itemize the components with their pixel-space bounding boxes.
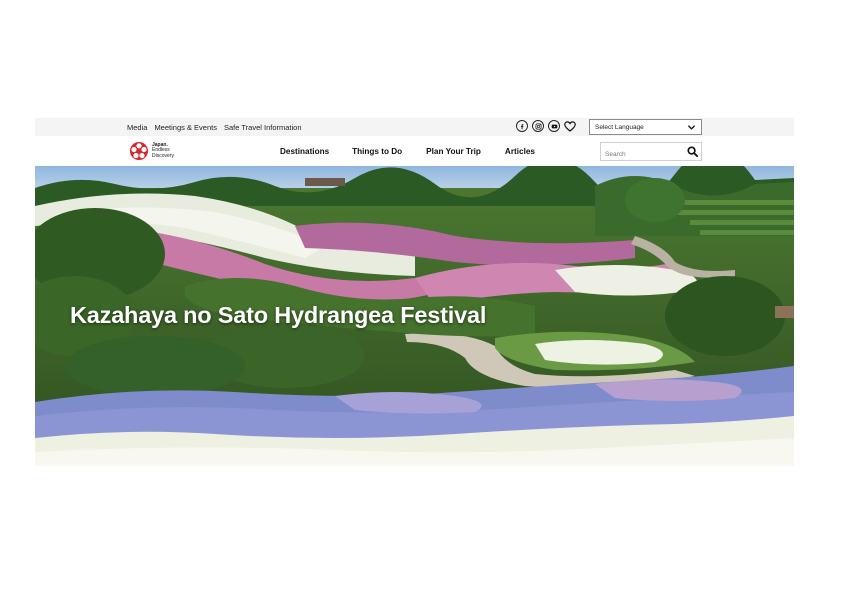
logo-flower-icon: [130, 142, 148, 160]
instagram-icon[interactable]: [532, 120, 544, 132]
search-input[interactable]: [605, 147, 685, 162]
nav-plan-your-trip[interactable]: Plan Your Trip: [426, 147, 481, 156]
logo-line-3: Discovery: [152, 152, 174, 159]
hero-title: Kazahaya no Sato Hydrangea Festival: [70, 302, 487, 328]
utility-links: Media Meetings & Events Safe Travel Info…: [127, 118, 302, 136]
social-icons: [516, 120, 576, 132]
youtube-icon[interactable]: [548, 120, 560, 132]
nav-destinations[interactable]: Destinations: [280, 147, 329, 156]
logo-text: Japan. Endless Discovery: [152, 142, 174, 159]
heart-icon[interactable]: [564, 120, 576, 132]
search-box: [600, 142, 702, 162]
nav-things-to-do[interactable]: Things to Do: [352, 147, 402, 156]
media-link[interactable]: Media: [127, 123, 147, 132]
safe-travel-link[interactable]: Safe Travel Information: [224, 123, 302, 132]
chevron-down-icon: [687, 125, 696, 130]
facebook-icon[interactable]: [516, 120, 528, 132]
main-header: Japan. Endless Discovery Destinations Th…: [35, 136, 794, 166]
main-nav: Destinations Things to Do Plan Your Trip…: [280, 136, 535, 166]
nav-articles[interactable]: Articles: [505, 147, 535, 156]
search-icon[interactable]: [687, 146, 698, 157]
meetings-events-link[interactable]: Meetings & Events: [154, 123, 217, 132]
website: Media Meetings & Events Safe Travel Info…: [35, 118, 794, 466]
language-select-value: Select Language: [595, 123, 644, 131]
utility-bar: Media Meetings & Events Safe Travel Info…: [35, 118, 794, 136]
language-select[interactable]: Select Language: [589, 119, 702, 135]
site-logo[interactable]: Japan. Endless Discovery: [129, 141, 174, 161]
hero-banner: Kazahaya no Sato Hydrangea Festival: [35, 166, 794, 466]
